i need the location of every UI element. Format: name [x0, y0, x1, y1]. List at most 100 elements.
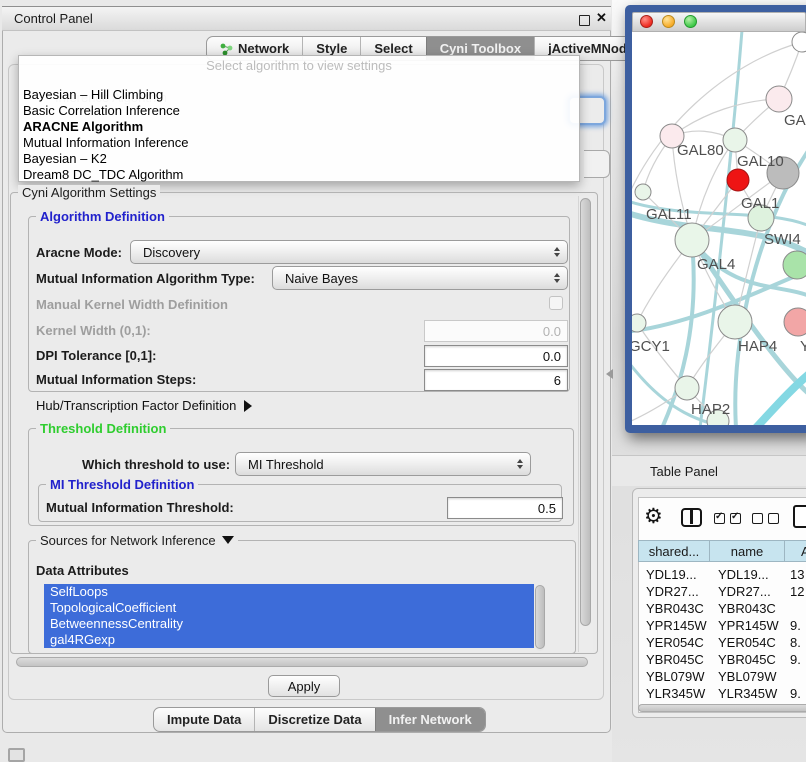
- split-pane-icon[interactable]: [681, 508, 702, 527]
- hub-definition-label: Hub/Transcription Factor Definition: [36, 398, 236, 413]
- table-row[interactable]: YDR27...YDR27...12: [638, 583, 806, 600]
- aracne-mode-select[interactable]: Discovery: [130, 240, 568, 264]
- settings-scrollbar-thumb[interactable]: [580, 198, 591, 626]
- node-label: HAP2: [691, 401, 730, 418]
- algorithm-option[interactable]: Bayesian – K2: [21, 151, 571, 167]
- float-window-icon[interactable]: [579, 15, 590, 26]
- threshold-definition-title: Threshold Definition: [36, 421, 170, 436]
- minimize-traffic-light-icon[interactable]: [662, 15, 675, 28]
- network-node[interactable]: [783, 251, 806, 279]
- kernel-width-label: Kernel Width (0,1):: [36, 323, 151, 338]
- table-hscrollbar-thumb[interactable]: [638, 704, 806, 712]
- node-label: HAP4: [738, 338, 777, 355]
- mi-type-select[interactable]: Naive Bayes: [272, 266, 568, 290]
- network-node[interactable]: [675, 223, 709, 257]
- mi-steps-field[interactable]: 6: [424, 369, 568, 391]
- attribute-item-selected[interactable]: gal4RGexp: [44, 632, 534, 648]
- table-row[interactable]: YBL079WYBL079W: [638, 668, 806, 685]
- mi-type-value: Naive Bayes: [285, 271, 554, 286]
- screen: Control Panel ✕ NetworkStyleSelectCyni T…: [0, 0, 806, 762]
- table-cell: 9.: [785, 617, 806, 634]
- node-label: GAL4: [697, 256, 735, 273]
- network-node[interactable]: [632, 314, 646, 332]
- table-cell: YBL079W: [638, 668, 710, 685]
- network-node[interactable]: [675, 376, 699, 400]
- zoom-traffic-light-icon[interactable]: [684, 15, 697, 28]
- network-node[interactable]: [635, 184, 651, 200]
- mi-threshold-group-title: MI Threshold Definition: [46, 477, 198, 492]
- deselect-checkbox-icon[interactable]: [768, 513, 779, 524]
- data-attributes-list[interactable]: SelfLoopsTopologicalCoefficientBetweenne…: [44, 584, 545, 652]
- network-node[interactable]: [718, 305, 752, 339]
- settings-hscrollbar-thumb[interactable]: [16, 657, 588, 667]
- spinner-arrows-icon: [554, 273, 560, 283]
- panel-collapse-arrow-icon[interactable]: [606, 369, 613, 379]
- network-combo-fragment: [584, 150, 610, 178]
- control-panel-titlebar: [2, 6, 611, 31]
- algorithm-option[interactable]: Basic Correlation Inference: [21, 103, 571, 119]
- which-threshold-label: Which threshold to use:: [82, 457, 230, 472]
- kernel-width-field[interactable]: 0.0: [424, 320, 568, 342]
- network-edge[interactable]: [754, 370, 806, 425]
- table-row[interactable]: YBR045CYBR045C9.: [638, 651, 806, 668]
- close-icon[interactable]: ✕: [596, 10, 607, 26]
- spinner-arrows-icon: [517, 459, 523, 469]
- table-row[interactable]: YDL19...YDL19...13: [638, 566, 806, 583]
- close-traffic-light-icon[interactable]: [640, 15, 653, 28]
- apply-button[interactable]: Apply: [268, 675, 340, 697]
- node-label: SWI4: [764, 231, 801, 248]
- minimized-panel-icon[interactable]: [8, 748, 25, 762]
- table-cell: YBR045C: [710, 651, 785, 668]
- table-cell: 8.: [785, 634, 806, 651]
- select-all-checkbox-icon[interactable]: [714, 513, 725, 524]
- algorithm-dropdown-list: Bayesian – Hill ClimbingBasic Correlatio…: [21, 87, 571, 183]
- mi-threshold-field[interactable]: 0.5: [447, 497, 563, 519]
- column-header[interactable]: A: [785, 540, 806, 562]
- tab-impute-data[interactable]: Impute Data: [154, 708, 254, 731]
- network-edge[interactable]: [672, 99, 779, 136]
- column-header[interactable]: name: [710, 540, 785, 562]
- network-node[interactable]: [784, 308, 806, 336]
- tab-label: Infer Network: [389, 712, 472, 727]
- algorithm-option[interactable]: ARACNE Algorithm: [21, 119, 571, 135]
- dpi-tolerance-field[interactable]: 0.0: [424, 345, 568, 367]
- column-header[interactable]: shared...: [638, 540, 710, 562]
- network-node[interactable]: [766, 86, 792, 112]
- table-row[interactable]: YBR043CYBR043C: [638, 600, 806, 617]
- table-row[interactable]: YER054CYER054C8.: [638, 634, 806, 651]
- network-node[interactable]: [727, 169, 749, 191]
- algorithm-option[interactable]: Dream8 DC_TDC Algorithm: [21, 167, 571, 183]
- table-cell: YBL079W: [710, 668, 785, 685]
- table-row[interactable]: YLR345WYLR345W9.: [638, 685, 806, 702]
- attributes-scrollbar-thumb[interactable]: [535, 585, 545, 649]
- aracne-mode-label: Aracne Mode:: [36, 245, 122, 260]
- collapsed-arrow-icon: [244, 400, 252, 412]
- settings-scrollbar[interactable]: [578, 196, 593, 652]
- which-threshold-select[interactable]: MI Threshold: [235, 452, 531, 476]
- manual-kernel-label: Manual Kernel Width Definition: [36, 297, 228, 312]
- select-all-checkbox-icon[interactable]: [730, 513, 741, 524]
- algorithm-option[interactable]: Mutual Information Inference: [21, 135, 571, 151]
- tab-infer-network[interactable]: Infer Network: [375, 708, 485, 731]
- tab-discretize-data[interactable]: Discretize Data: [254, 708, 374, 731]
- attribute-item-selected[interactable]: SelfLoops: [44, 584, 534, 600]
- manual-kernel-checkbox[interactable]: [549, 296, 563, 310]
- attribute-item-selected[interactable]: BetweennessCentrality: [44, 616, 534, 632]
- table-hscrollbar[interactable]: [636, 703, 806, 713]
- network-node[interactable]: [723, 128, 747, 152]
- tab-label: Impute Data: [167, 712, 241, 727]
- sources-group-title[interactable]: Sources for Network Inference: [36, 533, 238, 548]
- gear-icon[interactable]: ⚙: [644, 504, 663, 529]
- table-cell: YLR345W: [710, 685, 785, 702]
- deselect-checkbox-icon[interactable]: [752, 513, 763, 524]
- hub-definition-toggle[interactable]: Hub/Transcription Factor Definition: [36, 398, 252, 413]
- attributes-scrollbar[interactable]: [535, 585, 545, 651]
- algorithm-option[interactable]: Bayesian – Hill Climbing: [21, 87, 571, 103]
- table-row[interactable]: YPR145WYPR145W9.: [638, 617, 806, 634]
- node-label: GAL80: [677, 142, 724, 159]
- network-node[interactable]: [792, 32, 806, 52]
- network-canvas[interactable]: GALGAL80GAL10GAL1GAL11SWI4GAL4GCY1HAP4YH…: [632, 32, 806, 425]
- table-file-icon[interactable]: [793, 505, 806, 528]
- settings-hscrollbar[interactable]: [14, 656, 592, 668]
- attribute-item-selected[interactable]: TopologicalCoefficient: [44, 600, 534, 616]
